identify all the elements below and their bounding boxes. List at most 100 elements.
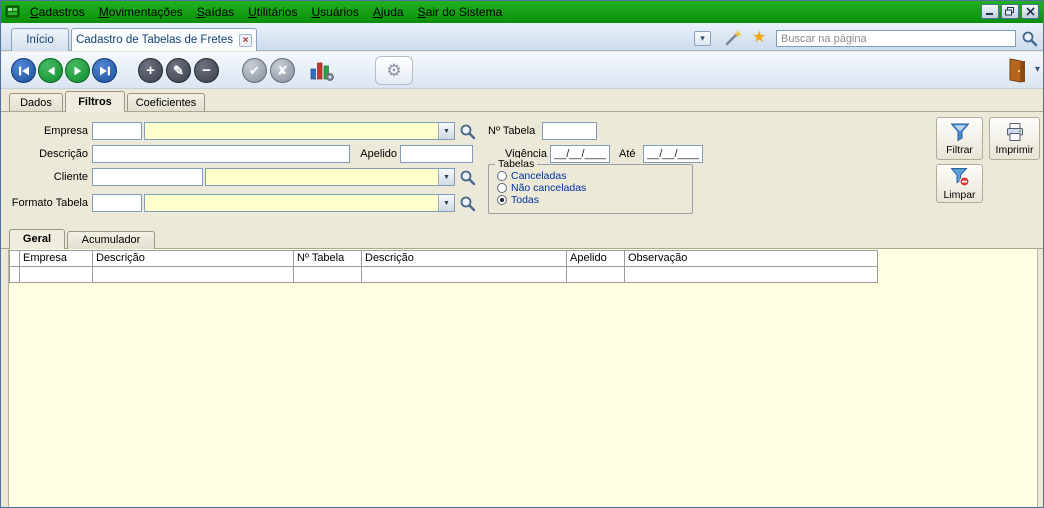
imprimir-button[interactable]: Imprimir — [989, 117, 1040, 160]
radio-nao-canceladas[interactable]: Não canceladas — [497, 182, 586, 193]
radio-nao-canceladas-label: Não canceladas — [511, 182, 586, 194]
formato-combo[interactable]: ▼ — [144, 194, 455, 212]
search-icon[interactable] — [1021, 30, 1038, 47]
restore-button[interactable] — [1001, 4, 1019, 19]
close-icon — [1026, 7, 1035, 16]
menu-item-usuarios[interactable]: Usuários — [304, 1, 365, 23]
empresa-code-input[interactable] — [92, 122, 142, 140]
cell-descricao[interactable] — [92, 266, 294, 283]
vigencia-inicio-input[interactable] — [550, 145, 610, 163]
menu-item-utilitarios[interactable]: Utilitários — [241, 1, 304, 23]
nav-prev-button[interactable] — [38, 58, 63, 83]
restore-icon — [1005, 7, 1015, 16]
formato-lookup-icon[interactable] — [459, 195, 476, 212]
settings-button[interactable]: ⚙ — [375, 56, 413, 85]
vigencia-fim-input[interactable] — [643, 145, 703, 163]
grid-tabs-divider — [1, 248, 1043, 249]
tab-coeficientes-label: Coeficientes — [136, 97, 197, 109]
tab-acumulador[interactable]: Acumulador — [67, 231, 155, 249]
confirm-button[interactable]: ✔ — [242, 58, 267, 83]
column-header-descricao-2[interactable]: Descrição — [361, 250, 567, 267]
cliente-combo-arrow-icon[interactable]: ▼ — [438, 169, 454, 185]
tabelas-groupbox: Tabelas Canceladas Não canceladas Todas — [488, 164, 693, 214]
empresa-combo[interactable]: ▼ — [144, 122, 455, 140]
toolbar: + ✎ − ✔ ✘ ⚙ ▾ — [1, 52, 1043, 89]
tab-dados[interactable]: Dados — [9, 93, 63, 111]
num-tabela-label: Nº Tabela — [488, 125, 535, 137]
num-tabela-input[interactable] — [542, 122, 597, 140]
tab-coeficientes[interactable]: Coeficientes — [127, 93, 205, 111]
minimize-icon — [985, 7, 995, 16]
prev-record-icon — [44, 64, 58, 78]
tab-cadastro-tabelas-fretes[interactable]: Cadastro de Tabelas de Fretes × — [71, 28, 257, 51]
tab-inicio[interactable]: Início — [11, 28, 69, 51]
cliente-combo[interactable]: ▼ — [205, 168, 455, 186]
pencil-icon: ✎ — [173, 63, 184, 79]
imprimir-label: Imprimir — [996, 144, 1034, 156]
exit-door-icon[interactable] — [1007, 57, 1029, 84]
radio-nao-canceladas-circle[interactable] — [497, 183, 507, 193]
column-header-descricao[interactable]: Descrição — [92, 250, 294, 267]
edit-record-button[interactable]: ✎ — [166, 58, 191, 83]
tabelas-group-title: Tabelas — [495, 158, 537, 170]
radio-canceladas[interactable]: Canceladas — [497, 170, 566, 181]
menu-item-saidas[interactable]: Saídas — [190, 1, 241, 23]
tab-inicio-label: Início — [26, 34, 54, 46]
cell-empresa[interactable] — [19, 266, 93, 283]
limpar-button[interactable]: Limpar — [936, 164, 983, 203]
cell-apelido[interactable] — [566, 266, 625, 283]
grid-body[interactable] — [8, 248, 1038, 507]
close-button[interactable] — [1021, 4, 1039, 19]
formato-combo-arrow-icon[interactable]: ▼ — [438, 195, 454, 211]
nav-first-button[interactable] — [11, 58, 36, 83]
nav-next-button[interactable] — [65, 58, 90, 83]
tab-cadastro-label: Cadastro de Tabelas de Fretes — [76, 34, 233, 46]
tab-list-button[interactable]: ▾ — [694, 31, 711, 46]
tab-geral[interactable]: Geral — [9, 229, 65, 249]
delete-record-button[interactable]: − — [194, 58, 219, 83]
add-record-button[interactable]: + — [138, 58, 163, 83]
column-header-num-tabela[interactable]: Nº Tabela — [293, 250, 362, 267]
cancel-button[interactable]: ✘ — [270, 58, 295, 83]
tab-close-icon[interactable]: × — [239, 34, 252, 47]
radio-todas-circle[interactable] — [497, 195, 507, 205]
minimize-button[interactable] — [981, 4, 999, 19]
column-header-observacao[interactable]: Observação — [624, 250, 878, 267]
nav-last-button[interactable] — [92, 58, 117, 83]
search-input[interactable] — [776, 30, 1016, 47]
favorites-star-icon[interactable]: ★ — [752, 27, 766, 47]
check-icon: ✔ — [249, 63, 260, 79]
gear-icon: ⚙ — [386, 61, 401, 81]
menu-item-ajuda[interactable]: Ajuda — [366, 1, 411, 23]
formato-code-input[interactable] — [92, 194, 142, 212]
descricao-input[interactable] — [92, 145, 350, 163]
radio-canceladas-circle[interactable] — [497, 171, 507, 181]
tab-acumulador-label: Acumulador — [82, 234, 141, 246]
cell-observacao[interactable] — [624, 266, 878, 283]
column-header-empresa[interactable]: Empresa — [19, 250, 93, 267]
cell-num-tabela[interactable] — [293, 266, 362, 283]
menu-item-cadastros[interactable]: Cadastros — [23, 1, 92, 23]
apelido-label: Apelido — [353, 148, 397, 160]
tab-filtros[interactable]: Filtros — [65, 91, 125, 112]
column-header-apelido[interactable]: Apelido — [566, 250, 625, 267]
filtrar-button[interactable]: Filtrar — [936, 117, 983, 160]
radio-todas[interactable]: Todas — [497, 194, 539, 205]
menu-item-sair[interactable]: Sair do Sistema — [411, 1, 510, 23]
grid-header-row: Empresa Descrição Nº Tabela Descrição Ap… — [9, 250, 878, 267]
filtrar-label: Filtrar — [946, 144, 973, 156]
magic-wand-icon[interactable] — [724, 29, 742, 47]
menu-item-movimentacoes[interactable]: Movimentações — [92, 1, 190, 23]
app-window: Cadastros Movimentações Saídas Utilitári… — [0, 0, 1044, 508]
empresa-combo-arrow-icon[interactable]: ▼ — [438, 123, 454, 139]
empresa-lookup-icon[interactable] — [459, 123, 476, 140]
cliente-code-input[interactable] — [92, 168, 203, 186]
cell-descricao-2[interactable] — [361, 266, 567, 283]
toolbar-overflow-caret[interactable]: ▾ — [1035, 64, 1040, 75]
chart-button[interactable] — [310, 60, 334, 82]
app-icon — [5, 4, 21, 20]
cross-icon: ✘ — [277, 63, 288, 79]
apelido-input[interactable] — [400, 145, 473, 163]
cliente-lookup-icon[interactable] — [459, 169, 476, 186]
table-row[interactable] — [9, 266, 878, 283]
